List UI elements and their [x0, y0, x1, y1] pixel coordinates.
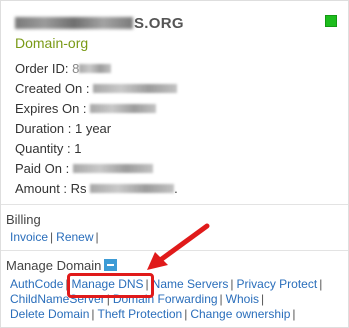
domain-name: S.ORG: [15, 15, 184, 32]
renew-link[interactable]: Renew: [56, 230, 93, 244]
amount-label: Amount :: [15, 181, 71, 196]
amount-currency: Rs: [70, 181, 87, 196]
created-on-value-redacted: [93, 84, 178, 93]
created-on-label: Created On :: [15, 81, 94, 96]
paid-on-value-redacted: [72, 164, 153, 173]
amount-value-redacted: [90, 184, 175, 193]
quantity-row: Quantity : 1: [15, 141, 178, 161]
duration-row: Duration : 1 year: [15, 121, 178, 141]
redacted-domain-name: [15, 17, 133, 29]
expires-on-label: Expires On :: [15, 101, 91, 116]
annotation-arrow-icon: [147, 223, 210, 270]
duration-value: 1 year: [74, 121, 112, 136]
paid-on-row: Paid On :: [15, 161, 178, 181]
expires-on-row: Expires On :: [15, 101, 178, 121]
collapse-icon[interactable]: [104, 259, 118, 271]
privacy-protect-link[interactable]: Privacy Protect: [236, 277, 317, 291]
divider: [1, 204, 348, 205]
order-id-label: Order ID:: [15, 61, 73, 76]
amount-row: Amount : Rs .: [15, 181, 178, 196]
duration-label: Duration :: [15, 121, 75, 136]
billing-links: Invoice | Renew |: [10, 230, 99, 244]
order-id-value: 8: [72, 61, 80, 76]
product-name: Domain-org: [15, 35, 89, 51]
domain-name-suffix: S.ORG: [134, 15, 184, 32]
theft-protection-link[interactable]: Theft Protection: [98, 307, 183, 321]
whois-link[interactable]: Whois: [226, 292, 259, 306]
name-servers-link[interactable]: Name Servers: [152, 277, 229, 291]
manage-domain-links-row3: Delete Domain | Theft Protection | Change ow…: [10, 307, 296, 321]
manage-dns-highlight: [67, 273, 154, 298]
paid-on-label: Paid On :: [15, 161, 73, 176]
redacted-order-id: [79, 64, 112, 73]
billing-title: Billing: [6, 212, 41, 227]
manage-domain-title: Manage Domain: [6, 258, 118, 273]
invoice-link[interactable]: Invoice: [10, 230, 48, 244]
manage-domain-label: Manage Domain: [6, 258, 102, 273]
manage-domain-links-row1: AuthCode | Manage DNS | Name Servers | Privacy…: [10, 277, 323, 291]
expires-on-value-redacted: [90, 104, 157, 113]
order-id-row: Order ID: 8: [15, 61, 178, 81]
domain-card: S.ORG Domain-org Order ID: 8 Created On …: [0, 0, 349, 328]
delete-domain-link[interactable]: Delete Domain: [10, 307, 89, 321]
quantity-value: 1: [74, 141, 82, 156]
quantity-label: Quantity :: [15, 141, 75, 156]
order-details: Order ID: 8 Created On : Expires On : Du…: [15, 61, 178, 201]
created-on-row: Created On :: [15, 81, 178, 101]
change-ownership-link[interactable]: Change ownership: [190, 307, 290, 321]
status-indicator: [325, 15, 337, 27]
authcode-link[interactable]: AuthCode: [10, 277, 63, 291]
